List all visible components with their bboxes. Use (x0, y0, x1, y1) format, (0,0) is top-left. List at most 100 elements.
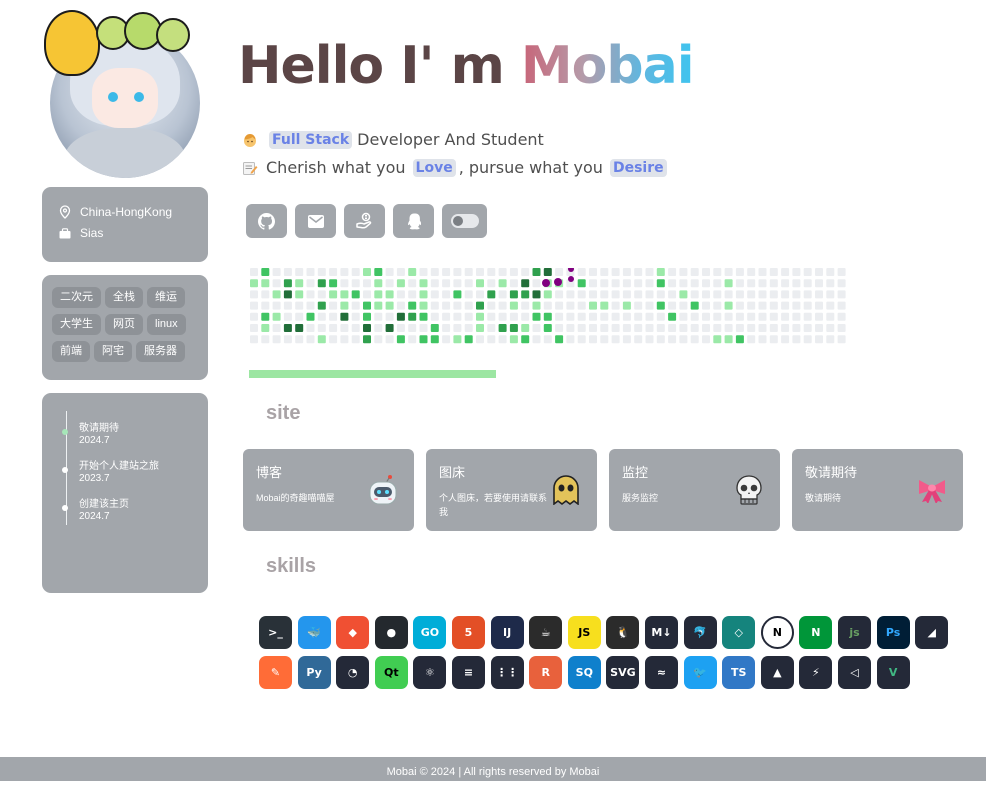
heatmap-cell (442, 279, 451, 288)
heatmap-cell (724, 324, 733, 332)
heatmap-cell (408, 290, 417, 299)
heatmap-cell (532, 268, 541, 276)
heatmap-cell (679, 312, 688, 321)
heatmap-cell (351, 279, 360, 288)
heatmap-cell (792, 324, 801, 332)
heatmap-cell (498, 268, 507, 276)
heatmap-cell (430, 324, 439, 332)
skull-icon (732, 473, 766, 507)
heatmap-cell (453, 290, 462, 299)
heatmap-cell (555, 324, 564, 332)
heatmap-cell (374, 312, 383, 321)
docker-icon: 🐳 (297, 616, 331, 649)
github-button[interactable] (246, 204, 287, 238)
heatmap-cell (374, 290, 383, 299)
heatmap-cell (385, 324, 394, 332)
heatmap-cell (317, 335, 326, 344)
heatmap-cell (622, 312, 631, 321)
site-card-coming-soon[interactable]: 敬请期待 敬请期待 (792, 449, 963, 531)
heatmap-cell (600, 335, 609, 344)
svg-icon: SVG (606, 656, 640, 689)
site-card-image-host[interactable]: 图床 个人图床，若要使用请联系我 (426, 449, 597, 531)
heatmap-cell (668, 335, 677, 344)
heatmap-cell (385, 268, 394, 276)
heatmap-cell (803, 279, 812, 288)
heatmap-cell (555, 335, 564, 344)
heatmap-cell (261, 301, 270, 310)
heatmap-cell (521, 279, 530, 288)
heatmap-cell (329, 279, 338, 288)
heatmap-cell (566, 301, 575, 310)
heatmap-cell (622, 268, 631, 276)
heatmap-cell (826, 324, 835, 332)
mail-button[interactable] (295, 204, 336, 238)
tag-list: 二次元 全栈 维运 大学生 网页 linux 前端 阿宅 服务器 (52, 287, 202, 362)
heatmap-cell (690, 301, 699, 310)
tailwind-icon: ≈ (645, 656, 678, 689)
heatmap-cell (396, 268, 405, 276)
heatmap-cell (453, 324, 462, 332)
site-card-title: 监控 (622, 465, 649, 480)
heatmap-cell (735, 279, 744, 288)
highlight-tag: Love (412, 158, 456, 177)
heatmap-cell (724, 279, 733, 288)
site-card-desc: 服务监控 (622, 493, 659, 503)
redis-icon: ≡ (452, 656, 485, 689)
heatmap-cell (498, 290, 507, 299)
heatmap-cell (532, 279, 541, 288)
heatmap-cell (532, 335, 541, 344)
heatmap-cell (622, 290, 631, 299)
theme-toggle-button[interactable] (442, 204, 487, 238)
heatmap-cell (543, 312, 552, 321)
heatmap-cell (555, 301, 564, 310)
typescript-icon: TS (722, 656, 756, 689)
heatmap-cell (272, 335, 281, 344)
heatmap-cell (464, 335, 473, 344)
heatmap-cell (498, 312, 507, 321)
heatmap-cell (803, 290, 812, 299)
heatmap-cell (351, 335, 360, 344)
timeline-title: 创建该主页 (79, 499, 129, 510)
vscode-icon: ◁ (838, 656, 871, 689)
heatmap-cell (487, 301, 496, 310)
site-card-blog[interactable]: 博客 Mobai的奇趣喵喵屋 (243, 449, 414, 531)
heatmap-cell (589, 312, 597, 321)
heatmap-cell (476, 335, 484, 344)
tag: linux (147, 314, 186, 335)
heatmap-cell (702, 335, 710, 344)
netlify-icon: ◇ (722, 616, 756, 649)
heatmap-cell (600, 301, 609, 310)
heatmap-cell (295, 324, 304, 332)
heatmap-cell (645, 290, 654, 299)
site-card-title: 敬请期待 (805, 465, 858, 480)
hand-button[interactable] (344, 204, 385, 238)
heatmap-cell (272, 290, 281, 299)
heatmap-cell (577, 312, 586, 321)
heatmap-cell (306, 301, 315, 310)
qt-icon: Qt (374, 656, 408, 689)
heatmap-cell (702, 290, 710, 299)
qq-button[interactable] (393, 204, 434, 238)
intro-text: , pursue what you (458, 158, 603, 177)
mail-icon (307, 214, 324, 228)
tag: 大学生 (52, 314, 101, 335)
heatmap-cell (261, 312, 270, 321)
heatmap-cell (283, 335, 292, 344)
heatmap-cell (476, 268, 484, 276)
heatmap-cell (758, 324, 767, 332)
heatmap-cell (317, 268, 326, 276)
heatmap-cell (363, 301, 371, 310)
heatmap-cell (442, 268, 451, 276)
heatmap-cell (724, 312, 733, 321)
heatmap-cell (272, 324, 281, 332)
heatmap-cell (837, 279, 846, 288)
heatmap-cell (283, 290, 292, 299)
heatmap-cell (487, 335, 496, 344)
qq-icon (407, 212, 421, 229)
heatmap-cell (351, 301, 360, 310)
site-card-monitor[interactable]: 监控 服务监控 (609, 449, 780, 531)
social-links (246, 204, 487, 238)
intro-line-2: Cherish what you Love , pursue what you … (242, 158, 670, 177)
heatmap-cell (656, 290, 665, 299)
heatmap-cell (792, 301, 801, 310)
